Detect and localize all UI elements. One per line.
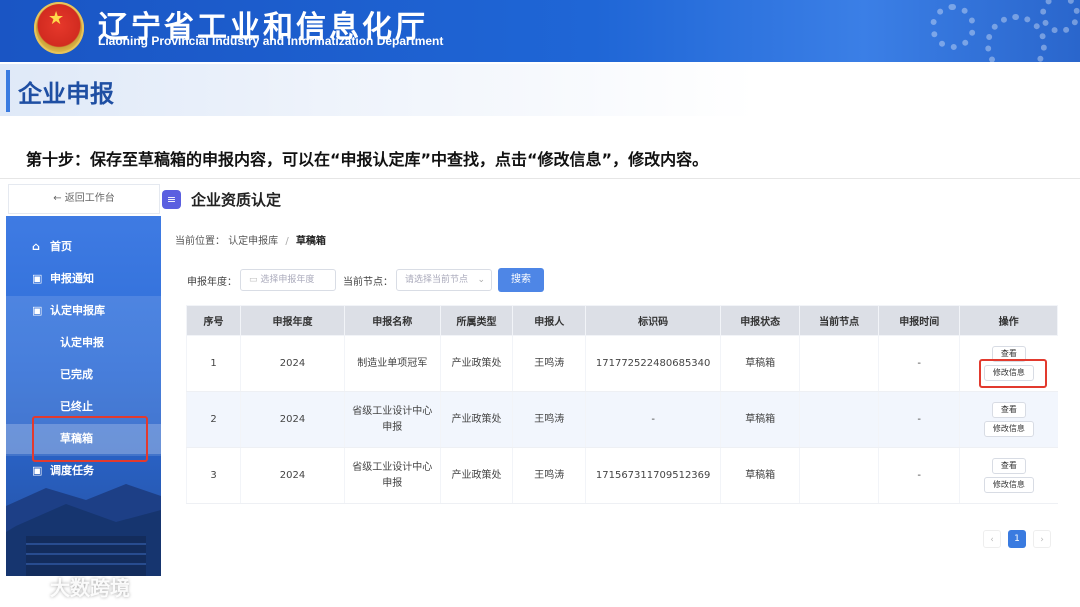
cell-no: 2: [185, 391, 241, 448]
cell-type: 产业政策处: [439, 391, 513, 448]
cell-no: 3: [185, 447, 241, 504]
gear-icon: [930, 4, 976, 50]
lock-icon: ▣: [32, 272, 43, 285]
sidebar-item-library[interactable]: ▣ 认定申报库: [6, 296, 161, 326]
calendar-icon: ▭: [249, 275, 258, 285]
sidebar-item-home[interactable]: ⌂ 首页: [6, 232, 161, 262]
table-header-row: 序号 申报年度 申报名称 所属类型 申报人 标识码 申报状态 当前节点 申报时间…: [185, 305, 1058, 336]
cell-applicant: 王鸣涛: [512, 335, 586, 392]
chevron-down-icon: ⌄: [477, 275, 485, 285]
declaration-table: 序号 申报年度 申报名称 所属类型 申报人 标识码 申报状态 当前节点 申报时间…: [185, 305, 1058, 504]
temple-illustration: [6, 484, 161, 576]
cell-code: 171772522480685340: [585, 335, 721, 392]
sidebar-item-label: 申报通知: [50, 272, 94, 285]
breadcrumb-current: 草稿箱: [295, 236, 326, 247]
instruction-text: 第十步：保存至草稿箱的申报内容，可以在“申报认定库”中查找，点击“修改信息”，修…: [26, 150, 709, 169]
breadcrumb-parent[interactable]: 认定申报库: [228, 236, 278, 247]
cell-name: 制造业单项冠军: [343, 335, 441, 392]
column-header: 序号: [185, 305, 242, 336]
breadcrumb: 当前位置： 认定申报库 / 草稿箱: [175, 232, 326, 247]
cell-status: 草稿箱: [720, 335, 800, 392]
view-button[interactable]: 查看: [991, 402, 1026, 418]
cell-name: 省级工业设计中心申报: [343, 447, 441, 504]
section-title: 企业申报: [18, 80, 114, 108]
cell-no: 1: [185, 335, 241, 392]
column-header: 操作: [959, 305, 1058, 336]
table-row: 1 2024 制造业单项冠军 产业政策处 王鸣涛 171772522480685…: [185, 335, 1058, 392]
cell-actions: 查看 修改信息: [959, 447, 1058, 504]
prev-page-button[interactable]: ‹: [983, 530, 1001, 548]
sidebar-item-label: 认定申报库: [50, 304, 105, 317]
column-header: 标识码: [585, 305, 722, 336]
column-header: 申报时间: [878, 305, 961, 336]
cell-type: 产业政策处: [439, 447, 513, 504]
edit-info-button[interactable]: 修改信息: [983, 477, 1034, 493]
column-header: 申报年度: [240, 305, 345, 336]
year-filter-input[interactable]: ▭ 选择申报年度: [240, 269, 336, 291]
back-to-workbench-link[interactable]: ← 返回工作台: [8, 184, 160, 214]
cell-node: [799, 335, 879, 392]
page-title: 企业资质认定: [191, 191, 282, 209]
node-filter-select[interactable]: 请选择当前节点 ⌄: [396, 269, 492, 291]
sidebar-subitem-completed[interactable]: 已完成: [6, 360, 161, 390]
cell-time: -: [878, 335, 960, 392]
cell-status: 草稿箱: [720, 447, 800, 504]
table-row: 2 2024 省级工业设计中心申报 产业政策处 王鸣涛 - 草稿箱 - 查看 修…: [185, 391, 1058, 448]
cell-node: [799, 447, 879, 504]
watermark-logo-icon: [10, 576, 42, 596]
cell-code: -: [585, 391, 721, 448]
cell-year: 2024: [240, 335, 345, 392]
national-emblem-icon: ★: [34, 2, 84, 54]
node-filter-placeholder: 请选择当前节点: [405, 275, 469, 285]
home-icon: ⌂: [32, 240, 40, 253]
column-header: 申报状态: [720, 305, 801, 336]
lock-icon: ▣: [32, 304, 43, 317]
cell-applicant: 王鸣涛: [512, 447, 586, 504]
search-button[interactable]: 搜索: [498, 268, 544, 292]
section-accent: [6, 70, 10, 112]
cell-code: 171567311709512369: [585, 447, 721, 504]
watermark-text: 大数跨境: [50, 576, 130, 600]
cell-time: -: [878, 447, 960, 504]
highlight-edit-box: [979, 359, 1047, 388]
top-banner: ★ 辽宁省工业和信息化厅 Liaoning Provincial Industr…: [0, 0, 1080, 62]
breadcrumb-separator: /: [285, 236, 289, 247]
section-header: [0, 64, 1080, 116]
highlight-drafts-box: [32, 416, 148, 462]
cell-year: 2024: [240, 447, 345, 504]
sidebar-item-notice[interactable]: ▣ 申报通知: [6, 264, 161, 294]
column-header: 申报人: [512, 305, 587, 336]
divider: [0, 178, 1080, 179]
page-1-button[interactable]: 1: [1008, 530, 1026, 548]
year-filter-placeholder: 选择申报年度: [260, 275, 315, 285]
sidebar: ⌂ 首页 ▣ 申报通知 ▣ 认定申报库 认定申报 已完成 已终止 草稿箱 ▣ 调…: [6, 216, 161, 576]
gear-icon: [1040, 0, 1080, 34]
edit-info-button[interactable]: 修改信息: [983, 421, 1034, 437]
table-row: 3 2024 省级工业设计中心申报 产业政策处 王鸣涛 171567311709…: [185, 447, 1058, 504]
site-subtitle: Liaoning Provincial Industry and Informa…: [98, 34, 444, 48]
cell-time: -: [878, 391, 960, 448]
document-icon: ≡: [162, 190, 181, 209]
column-header: 当前节点: [799, 305, 880, 336]
cell-type: 产业政策处: [439, 335, 513, 392]
cell-status: 草稿箱: [720, 391, 800, 448]
gear-icon: [985, 14, 1047, 62]
cell-name: 省级工业设计中心申报: [343, 391, 441, 448]
next-page-button[interactable]: ›: [1033, 530, 1051, 548]
view-button[interactable]: 查看: [991, 458, 1026, 474]
sidebar-subitem-apply[interactable]: 认定申报: [6, 328, 161, 358]
column-header: 申报名称: [343, 305, 441, 336]
cell-year: 2024: [240, 391, 345, 448]
breadcrumb-prefix: 当前位置：: [175, 236, 225, 247]
node-filter-label: 当前节点：: [343, 277, 393, 288]
cell-node: [799, 391, 879, 448]
cell-actions: 查看 修改信息: [959, 391, 1058, 448]
cell-applicant: 王鸣涛: [512, 391, 586, 448]
sidebar-item-label: 首页: [50, 240, 72, 253]
column-header: 所属类型: [439, 305, 514, 336]
year-filter-label: 申报年度：: [187, 277, 237, 288]
